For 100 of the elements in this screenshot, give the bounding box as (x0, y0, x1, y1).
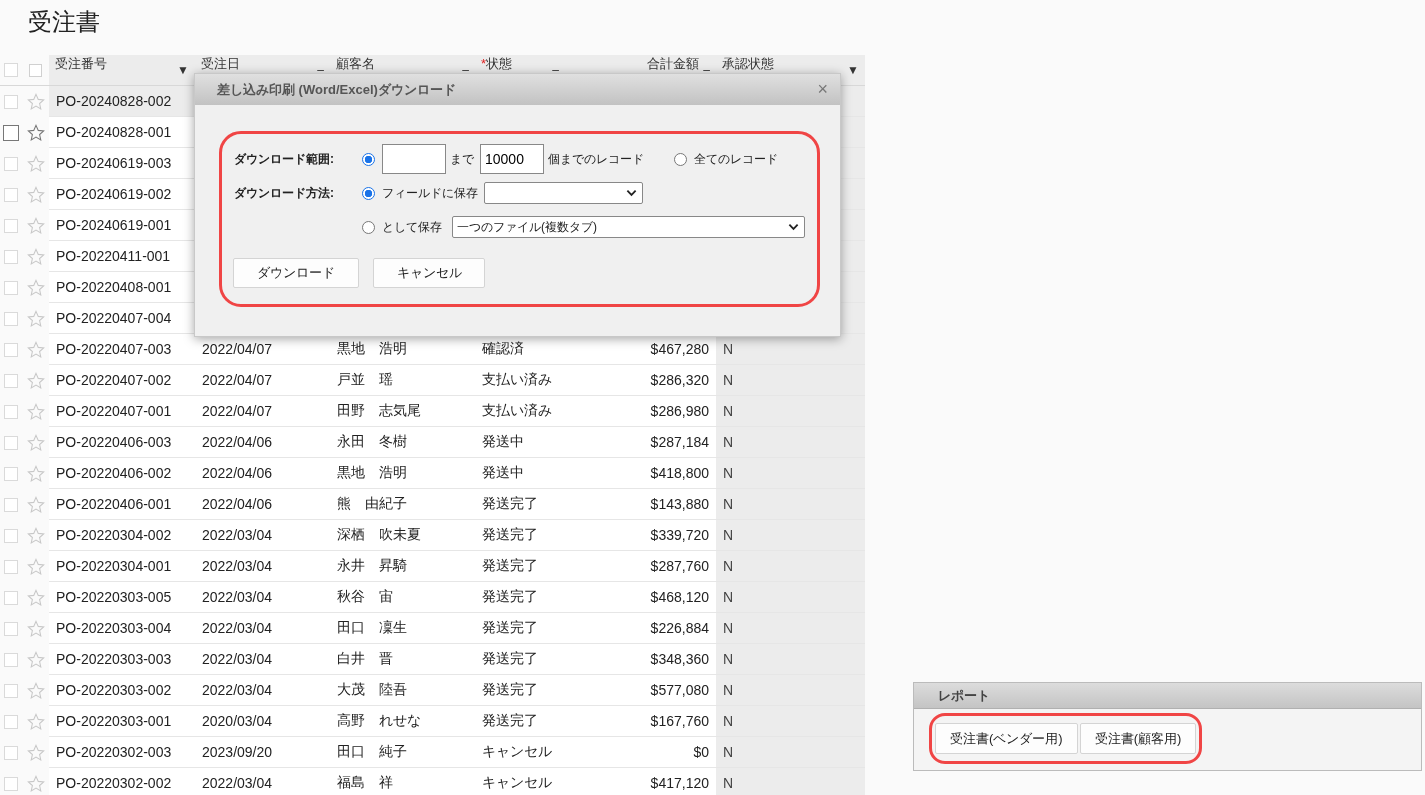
table-cell: PO-20220407-003 (49, 334, 195, 365)
table-cell: 2022/03/04 (195, 551, 330, 582)
star-icon[interactable] (26, 402, 45, 421)
table-cell: N (716, 458, 865, 489)
table-cell: 2022/04/06 (195, 427, 330, 458)
column-header[interactable]: 受注番号 ▼ (49, 55, 195, 86)
table-cell: N (716, 768, 865, 795)
star-icon[interactable] (26, 278, 45, 297)
table-cell: PO-20240619-003 (49, 148, 195, 179)
radio-label[interactable]: フィールドに保存 (382, 184, 478, 202)
input-field[interactable] (382, 144, 446, 174)
table-cell: PO-20240828-002 (49, 86, 195, 117)
panel-title: レポート (938, 686, 990, 705)
star-icon[interactable] (26, 340, 45, 359)
star-icon[interactable] (26, 216, 45, 235)
table-cell: PO-20220304-001 (49, 551, 195, 582)
star-icon[interactable] (26, 743, 45, 762)
radio-button[interactable] (362, 186, 375, 200)
star-icon[interactable] (26, 774, 45, 793)
page-title: 受注書 (27, 7, 101, 37)
checkbox[interactable] (3, 124, 19, 141)
table-cell: 高野 れせな (330, 706, 475, 737)
table-cell: N (716, 644, 865, 675)
input-field[interactable]: 10000 (480, 144, 544, 174)
table-cell: N (716, 551, 865, 582)
table-cell: 2022/03/04 (195, 613, 330, 644)
table-cell: 2022/04/06 (195, 489, 330, 520)
dropdown[interactable] (484, 182, 643, 204)
table-cell: 発送完了 (475, 489, 565, 520)
table-cell: 発送完了 (475, 520, 565, 551)
table-cell: 白井 晋 (330, 644, 475, 675)
dialog-button[interactable]: ダウンロード (233, 258, 359, 288)
star-icon[interactable] (26, 92, 45, 111)
table-cell: 田口 凜生 (330, 613, 475, 644)
add-icon[interactable] (29, 63, 42, 77)
star-icon[interactable] (26, 309, 45, 328)
table-cell: PO-20220407-002 (49, 365, 195, 396)
table-cell: PO-20220406-002 (49, 458, 195, 489)
star-icon[interactable] (26, 588, 45, 607)
table-cell: N (716, 427, 865, 458)
star-icon[interactable] (26, 712, 45, 731)
radio-button[interactable] (362, 220, 375, 234)
table-cell: PO-20220303-005 (49, 582, 195, 613)
table-cell: $468,120 (565, 582, 716, 613)
table-cell: 2022/03/04 (195, 582, 330, 613)
star-icon[interactable] (26, 371, 45, 390)
table-cell: N (716, 675, 865, 706)
star-icon[interactable] (26, 495, 45, 514)
table-cell: $0 (565, 737, 716, 768)
table-cell: 発送完了 (475, 644, 565, 675)
table-cell: $348,360 (565, 644, 716, 675)
star-icon[interactable] (26, 464, 45, 483)
table-cell: $417,120 (565, 768, 716, 795)
table-cell: 2022/04/06 (195, 458, 330, 489)
table-cell: PO-20220406-003 (49, 427, 195, 458)
dropdown[interactable]: 一つのファイル(複数タブ) (452, 216, 805, 238)
table-cell: 秋谷 宙 (330, 582, 475, 613)
star-icon[interactable] (26, 154, 45, 173)
table-cell: キャンセル (475, 737, 565, 768)
table-cell: 2022/04/07 (195, 396, 330, 427)
table-cell: PO-20220303-002 (49, 675, 195, 706)
star-icon[interactable] (26, 247, 45, 266)
star-icon[interactable] (26, 123, 45, 142)
table-cell: PO-20220304-002 (49, 520, 195, 551)
radio-button[interactable] (362, 152, 375, 166)
table-cell: 深栖 吹未夏 (330, 520, 475, 551)
table-cell: 2023/09/20 (195, 737, 330, 768)
table-cell: $418,800 (565, 458, 716, 489)
table-cell: N (716, 520, 865, 551)
field-label: 個までのレコード (548, 150, 644, 168)
table-cell: PO-20220407-001 (49, 396, 195, 427)
star-icon[interactable] (26, 185, 45, 204)
table-cell: $339,720 (565, 520, 716, 551)
star-icon[interactable] (26, 526, 45, 545)
table-cell: PO-20220411-001 (49, 241, 195, 272)
star-icon[interactable] (26, 557, 45, 576)
dialog-button[interactable]: キャンセル (373, 258, 485, 288)
radio-button[interactable] (674, 152, 687, 166)
table-cell: 田口 純子 (330, 737, 475, 768)
table-cell: PO-20220408-001 (49, 272, 195, 303)
radio-label[interactable]: 全てのレコード (694, 150, 778, 168)
star-icon[interactable] (26, 681, 45, 700)
star-icon[interactable] (26, 650, 45, 669)
chevron-icon (626, 189, 637, 197)
table-cell: 永井 昇騎 (330, 551, 475, 582)
star-icon[interactable] (26, 433, 45, 452)
star-icon[interactable] (26, 619, 45, 638)
table-cell: 大茂 陸吾 (330, 675, 475, 706)
report-button[interactable]: 受注書(ベンダー用) (935, 723, 1078, 754)
table-cell: $286,320 (565, 365, 716, 396)
table-cell: キャンセル (475, 768, 565, 795)
report-button[interactable]: 受注書(顧客用) (1079, 723, 1197, 754)
table-cell: 熊 由紀子 (330, 489, 475, 520)
radio-label[interactable]: として保存 (382, 218, 442, 236)
table-cell: $287,184 (565, 427, 716, 458)
table-cell: 発送完了 (475, 582, 565, 613)
table-cell: $143,880 (565, 489, 716, 520)
table-cell: N (716, 365, 865, 396)
table-cell: 2022/03/04 (195, 520, 330, 551)
table-cell: 支払い済み (475, 365, 565, 396)
